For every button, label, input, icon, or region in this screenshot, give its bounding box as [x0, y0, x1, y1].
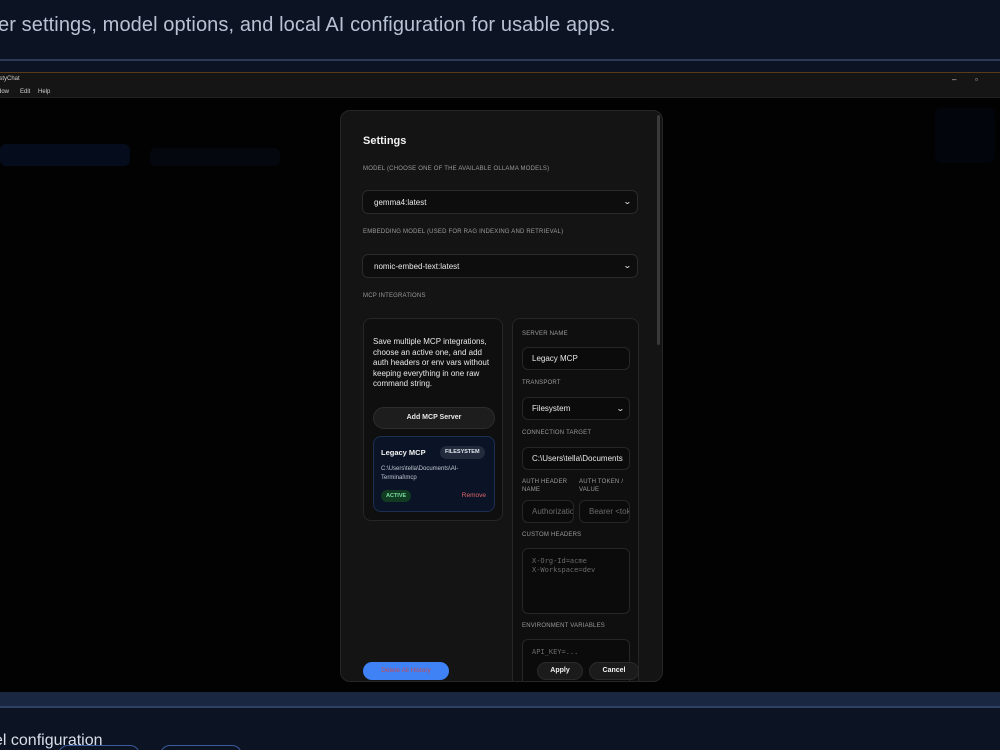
- server-name-input[interactable]: Legacy MCP: [522, 347, 630, 370]
- menu-bar: dow Edit Help: [0, 88, 1000, 98]
- custom-headers-label: CUSTOM HEADERS: [522, 532, 582, 538]
- minimize-icon[interactable]: –: [952, 75, 956, 84]
- env-vars-label: ENVIRONMENT VARIABLES: [522, 623, 605, 629]
- embedding-label: EMBEDDING MODEL (USED FOR RAG INDEXING A…: [363, 229, 564, 235]
- model-label: MODEL (CHOOSE ONE OF THE AVAILABLE OLLAM…: [363, 166, 550, 172]
- chevron-down-icon: ⌄: [616, 404, 626, 413]
- transport-select-value: Filesystem: [532, 404, 571, 413]
- window-titlebar: ustyChat – ▫: [0, 72, 1000, 88]
- divider: [0, 706, 1000, 708]
- model-select[interactable]: gemma4:latest ⌄: [362, 190, 638, 214]
- tag-pill[interactable]: [58, 745, 140, 750]
- custom-headers-textarea[interactable]: X-Org-Id=acme X-Workspace=dev: [522, 548, 630, 614]
- chevron-down-icon: ⌄: [623, 261, 633, 270]
- mcp-server-list: Save multiple MCP integrations, choose a…: [363, 318, 503, 521]
- apply-button[interactable]: Apply: [537, 662, 583, 680]
- modal-scrollbar[interactable]: [657, 115, 660, 345]
- auth-token-label: AUTH TOKEN / VALUE: [579, 479, 624, 493]
- transport-badge: FILESYSTEM: [440, 446, 485, 459]
- mcp-label: MCP INTEGRATIONS: [363, 293, 426, 299]
- remove-server-button[interactable]: Remove: [462, 492, 486, 499]
- delete-history-button[interactable]: Delete All History: [363, 662, 449, 680]
- server-card-path: C:\Users\tella\Documents\AI-Terminal\mcp: [381, 466, 459, 481]
- add-mcp-server-button[interactable]: Add MCP Server: [373, 407, 495, 429]
- model-select-value: gemma4:latest: [374, 198, 427, 207]
- auth-header-label: AUTH HEADER NAME: [522, 479, 568, 493]
- connection-target-input[interactable]: C:\Users\tella\Documents: [522, 447, 630, 470]
- mcp-intro-text: Save multiple MCP integrations, choose a…: [373, 337, 490, 388]
- menu-item-window[interactable]: dow: [0, 89, 9, 95]
- chevron-down-icon: ⌄: [623, 197, 633, 206]
- background-panel: [150, 148, 280, 166]
- transport-label: TRANSPORT: [522, 380, 561, 386]
- embedding-select-value: nomic-embed-text:latest: [374, 262, 460, 271]
- divider: [0, 59, 1000, 61]
- menu-item-edit[interactable]: Edit: [20, 89, 30, 95]
- page: er settings, model options, and local AI…: [0, 0, 1000, 750]
- app-screenshot: ustyChat – ▫ dow Edit Help Settings MODE…: [0, 72, 1000, 692]
- page-subtitle: er settings, model options, and local AI…: [0, 14, 616, 36]
- connection-target-label: CONNECTION TARGET: [522, 430, 592, 436]
- settings-title: Settings: [363, 135, 407, 147]
- sidebar-highlight: [0, 144, 130, 166]
- menu-item-help[interactable]: Help: [38, 89, 50, 95]
- window-title: ustyChat: [0, 76, 20, 82]
- settings-modal: Settings MODEL (CHOOSE ONE OF THE AVAILA…: [340, 110, 663, 682]
- server-card-name: Legacy MCP: [381, 448, 426, 457]
- background-panel: [935, 108, 995, 163]
- server-name-label: SERVER NAME: [522, 331, 568, 337]
- restore-icon[interactable]: ▫: [975, 75, 978, 84]
- auth-token-input[interactable]: Bearer <token>: [579, 500, 630, 523]
- mcp-server-card[interactable]: Legacy MCP FILESYSTEM C:\Users\tella\Doc…: [373, 436, 495, 512]
- auth-header-input[interactable]: Authorization: [522, 500, 574, 523]
- status-badge: ACTIVE: [381, 490, 412, 502]
- cancel-button[interactable]: Cancel: [589, 662, 639, 680]
- mcp-server-form: SERVER NAME Legacy MCP TRANSPORT Filesys…: [512, 318, 639, 681]
- transport-select[interactable]: Filesystem ⌄: [522, 397, 630, 420]
- tag-pill[interactable]: [160, 745, 242, 750]
- screenshot-frame: [0, 692, 1000, 706]
- embedding-select[interactable]: nomic-embed-text:latest ⌄: [362, 254, 638, 278]
